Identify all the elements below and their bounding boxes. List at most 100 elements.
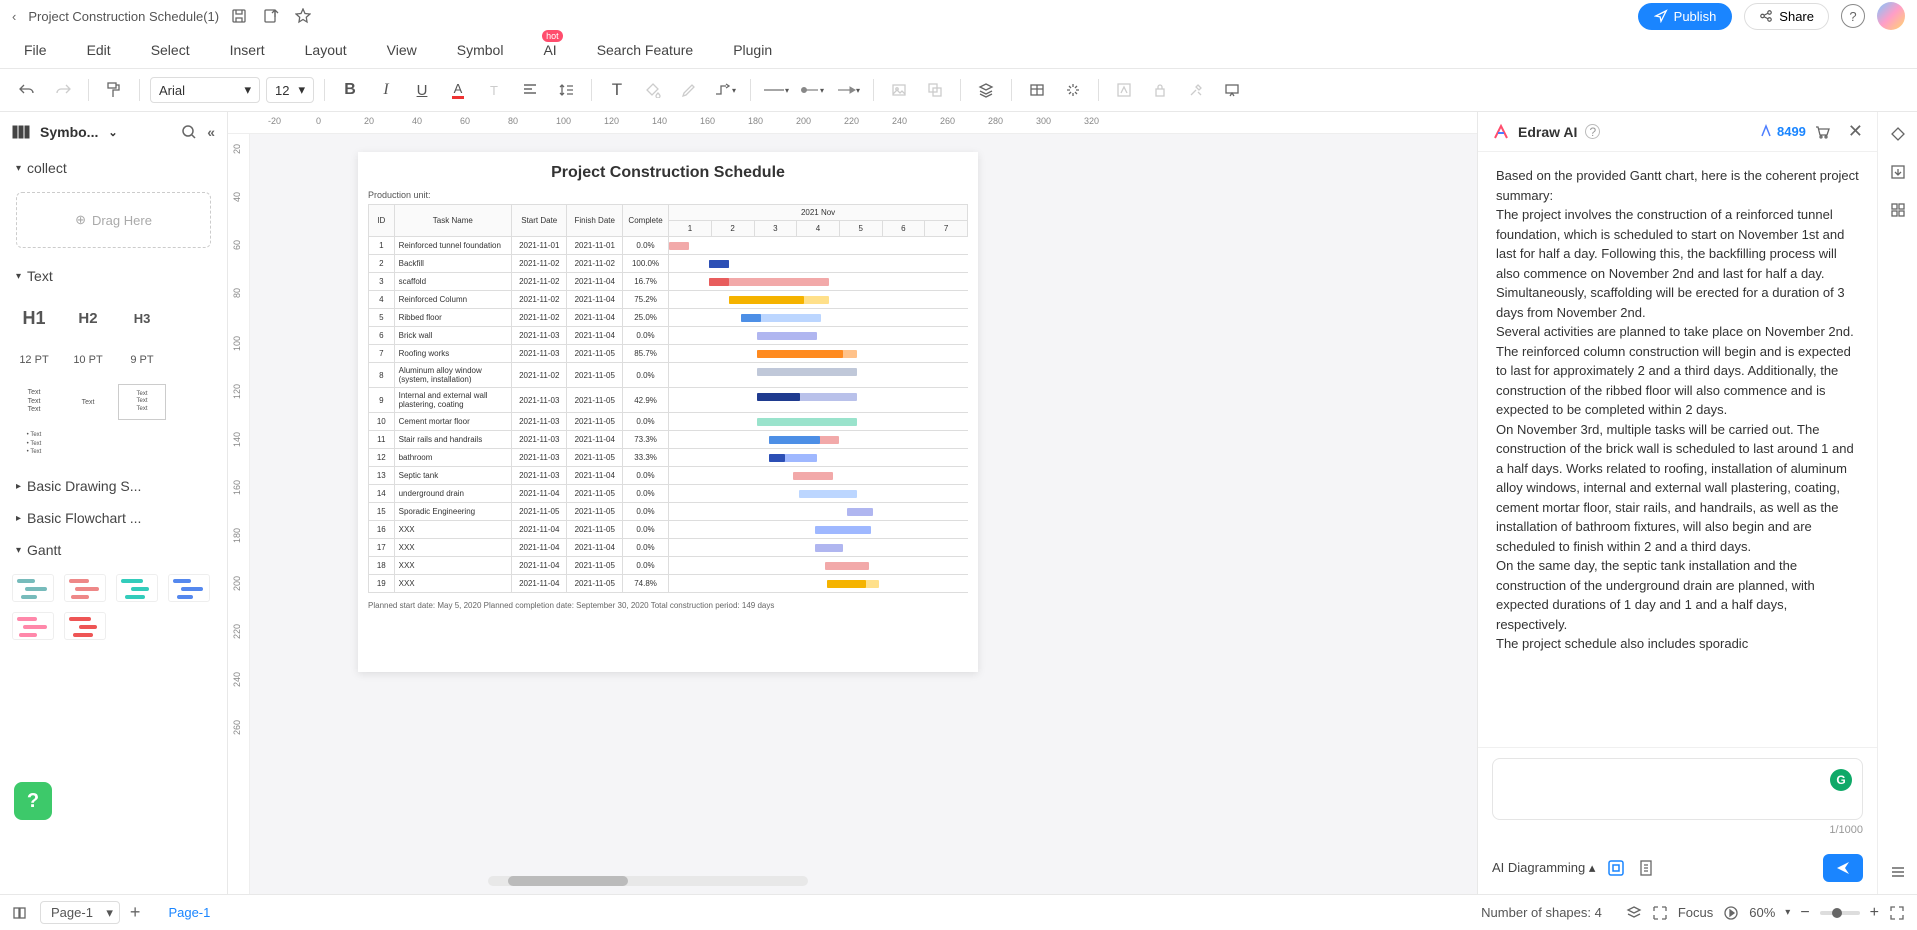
grid-icon[interactable]: [1886, 198, 1910, 222]
menu-symbol[interactable]: Symbol: [457, 42, 504, 58]
format-painter-icon[interactable]: [99, 75, 129, 105]
page[interactable]: Project Construction Schedule Production…: [358, 152, 978, 672]
library-icon[interactable]: [12, 125, 30, 139]
help-float-icon[interactable]: ?: [14, 782, 52, 820]
text-tool-icon[interactable]: T: [602, 75, 632, 105]
text-h3[interactable]: H3: [118, 300, 166, 336]
arrow-end-icon[interactable]: ▾: [833, 75, 863, 105]
send-button[interactable]: [1823, 854, 1863, 882]
canvas[interactable]: -200204060801001201401601802002202402602…: [228, 112, 1477, 894]
ocr-icon[interactable]: [1607, 859, 1625, 877]
text-9pt[interactable]: 9 PT: [118, 342, 166, 378]
gantt-thumb[interactable]: [64, 574, 106, 602]
zoom-level[interactable]: 60%: [1749, 905, 1775, 920]
cart-icon[interactable]: [1814, 124, 1830, 140]
chevron-down-icon[interactable]: ⌄: [108, 126, 117, 139]
drag-area[interactable]: ⊕Drag Here: [16, 192, 211, 248]
underline-icon[interactable]: U: [407, 75, 437, 105]
section-text[interactable]: ▾Text: [0, 260, 227, 292]
focus-label[interactable]: Focus: [1678, 905, 1713, 920]
gantt-thumb[interactable]: [168, 574, 210, 602]
redo-icon[interactable]: [48, 75, 78, 105]
font-size-select[interactable]: 12▾: [266, 77, 314, 103]
menu-icon[interactable]: [1886, 860, 1910, 884]
undo-icon[interactable]: [12, 75, 42, 105]
gantt-thumb[interactable]: [12, 612, 54, 640]
stack-icon[interactable]: [1626, 905, 1642, 921]
pen-icon[interactable]: [674, 75, 704, 105]
pages-icon[interactable]: [12, 905, 30, 921]
export-icon[interactable]: [263, 8, 283, 24]
page-tab[interactable]: Page-1: [168, 905, 210, 920]
ai-diagramming-button[interactable]: AI Diagramming ▴: [1492, 860, 1595, 876]
menu-ai[interactable]: AIhot: [543, 42, 556, 58]
font-select[interactable]: Arial▾: [150, 77, 260, 103]
font-color-icon[interactable]: A: [443, 75, 473, 105]
info-icon[interactable]: ?: [1585, 124, 1600, 139]
ai-input[interactable]: G: [1492, 758, 1863, 820]
table-icon[interactable]: [1022, 75, 1052, 105]
menu-edit[interactable]: Edit: [87, 42, 111, 58]
lock-icon[interactable]: [1145, 75, 1175, 105]
section-collect[interactable]: ▾collect: [0, 152, 227, 184]
line-style-icon[interactable]: ▾: [761, 75, 791, 105]
save-icon[interactable]: [231, 8, 251, 24]
menu-plugin[interactable]: Plugin: [733, 42, 772, 58]
text-12pt[interactable]: 12 PT: [10, 342, 58, 378]
collapse-icon[interactable]: «: [207, 124, 215, 140]
section-basic-drawing[interactable]: ▸Basic Drawing S...: [0, 470, 227, 502]
edit-icon[interactable]: [1109, 75, 1139, 105]
align-icon[interactable]: [515, 75, 545, 105]
menu-view[interactable]: View: [387, 42, 417, 58]
diamond-icon[interactable]: [1886, 122, 1910, 146]
text-h2[interactable]: H2: [64, 300, 112, 336]
section-gantt[interactable]: ▾Gantt: [0, 534, 227, 566]
zoom-out-icon[interactable]: −: [1800, 904, 1809, 922]
effects-icon[interactable]: [1058, 75, 1088, 105]
document-icon[interactable]: [1637, 859, 1655, 877]
zoom-in-icon[interactable]: +: [1870, 904, 1879, 922]
text-card[interactable]: TextTextText: [118, 384, 166, 420]
publish-button[interactable]: Publish: [1638, 3, 1733, 30]
presentation-icon[interactable]: [1217, 75, 1247, 105]
text-block[interactable]: TextTextText: [10, 384, 58, 420]
menu-file[interactable]: File: [24, 42, 47, 58]
menu-insert[interactable]: Insert: [230, 42, 265, 58]
tools-icon[interactable]: [1181, 75, 1211, 105]
chevron-down-icon[interactable]: ▾: [1785, 907, 1790, 918]
connector-icon[interactable]: ▾: [710, 75, 740, 105]
text-h1[interactable]: H1: [10, 300, 58, 336]
avatar[interactable]: [1877, 2, 1905, 30]
star-icon[interactable]: [295, 8, 315, 24]
gantt-thumb[interactable]: [12, 574, 54, 602]
menu-search-feature[interactable]: Search Feature: [597, 42, 694, 58]
gantt-thumb[interactable]: [116, 574, 158, 602]
image-icon[interactable]: [884, 75, 914, 105]
add-page-icon[interactable]: +: [130, 902, 141, 923]
fullscreen-icon[interactable]: [1889, 905, 1905, 921]
group-icon[interactable]: [920, 75, 950, 105]
fill-icon[interactable]: [638, 75, 668, 105]
italic-icon[interactable]: I: [371, 75, 401, 105]
close-icon[interactable]: ✕: [1848, 121, 1863, 142]
gantt-thumb[interactable]: [64, 612, 106, 640]
text-bullets[interactable]: • Text• Text• Text: [10, 426, 58, 462]
layers-icon[interactable]: [971, 75, 1001, 105]
import-icon[interactable]: [1886, 160, 1910, 184]
menu-layout[interactable]: Layout: [305, 42, 347, 58]
play-icon[interactable]: [1723, 905, 1739, 921]
focus-icon[interactable]: [1652, 905, 1668, 921]
grammarly-icon[interactable]: G: [1830, 769, 1852, 791]
share-button[interactable]: Share: [1744, 3, 1829, 30]
bold-icon[interactable]: B: [335, 75, 365, 105]
zoom-slider[interactable]: [1820, 911, 1860, 915]
search-icon[interactable]: [181, 124, 197, 140]
text-block[interactable]: Text: [64, 384, 112, 420]
help-icon[interactable]: ?: [1841, 4, 1865, 28]
page-select[interactable]: Page-1▾: [40, 901, 120, 924]
horizontal-scrollbar[interactable]: [488, 876, 808, 886]
text-10pt[interactable]: 10 PT: [64, 342, 112, 378]
back-icon[interactable]: ‹: [12, 9, 16, 24]
line-spacing-icon[interactable]: [551, 75, 581, 105]
arrow-start-icon[interactable]: ▾: [797, 75, 827, 105]
